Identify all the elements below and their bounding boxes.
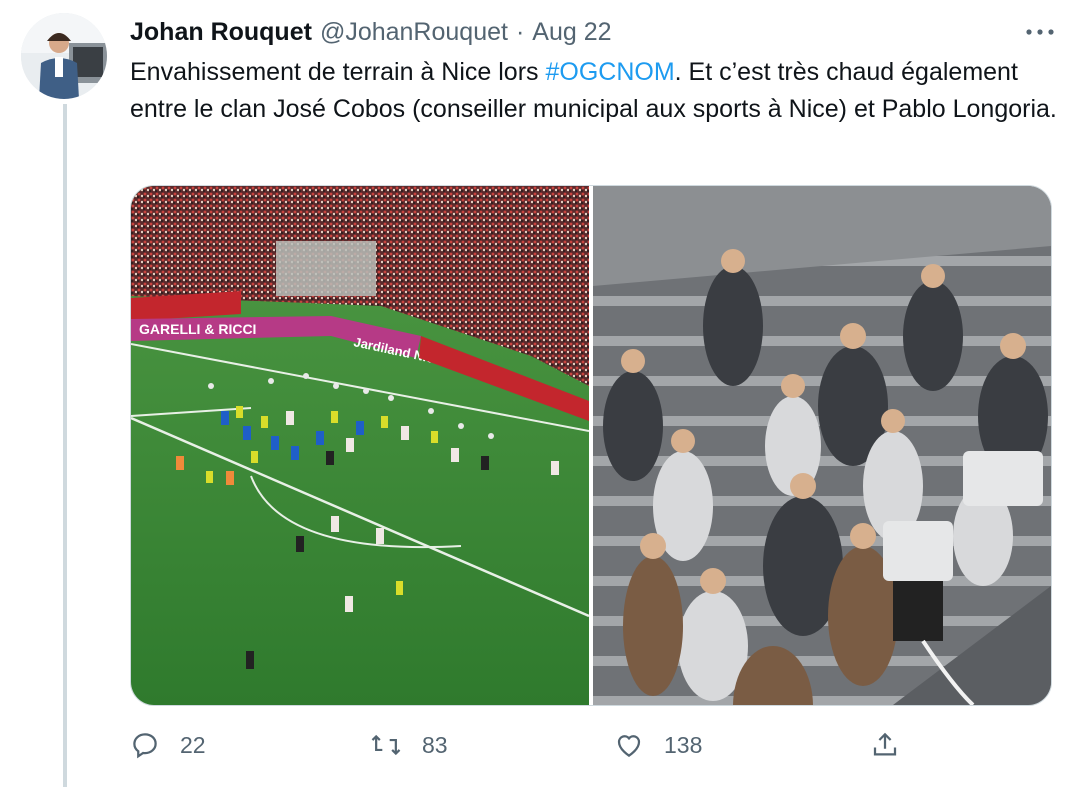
like-icon: [617, 735, 641, 757]
media-grid: GARELLI & RICCI Jardiland Nice: [130, 185, 1052, 706]
like-button[interactable]: 138: [614, 722, 702, 768]
author-name[interactable]: Johan Rouquet: [130, 18, 312, 47]
share-button[interactable]: [870, 722, 900, 768]
tweet-header: Johan Rouquet @JohanRouquet · Aug 22: [130, 14, 1056, 50]
separator-dot: ·: [515, 17, 525, 46]
pitch-photo: GARELLI & RICCI Jardiland Nice: [131, 186, 589, 705]
retweet-icon: [371, 734, 401, 756]
stands-photo: [593, 186, 1051, 705]
retweet-button[interactable]: 83: [370, 722, 448, 768]
tweet-text-start: Envahissement de terrain à Nice lors: [130, 58, 546, 86]
thread-line: [63, 104, 67, 787]
author-handle[interactable]: @JohanRouquet: [320, 18, 508, 47]
more-button[interactable]: [1022, 20, 1058, 44]
like-count: 138: [664, 731, 703, 758]
tweet-date[interactable]: Aug 22: [532, 18, 611, 47]
share-icon: [873, 732, 897, 756]
tweet-text: Envahissement de terrain à Nice lors #OG…: [130, 54, 1060, 128]
retweet-count: 83: [422, 731, 448, 758]
reply-count: 22: [180, 731, 206, 758]
reply-button[interactable]: 22: [130, 722, 206, 768]
hashtag-link[interactable]: #OGCNOM: [545, 58, 674, 86]
ad-board-garelli: GARELLI & RICCI: [139, 321, 256, 337]
action-bar: 22 83 138: [130, 722, 910, 768]
avatar[interactable]: [21, 13, 107, 99]
avatar-image: [21, 13, 107, 99]
photo-pitch-invasion[interactable]: GARELLI & RICCI Jardiland Nice: [131, 186, 589, 705]
photo-stands-clash[interactable]: [593, 186, 1051, 705]
more-icon: [1026, 29, 1054, 35]
reply-icon: [133, 733, 157, 759]
